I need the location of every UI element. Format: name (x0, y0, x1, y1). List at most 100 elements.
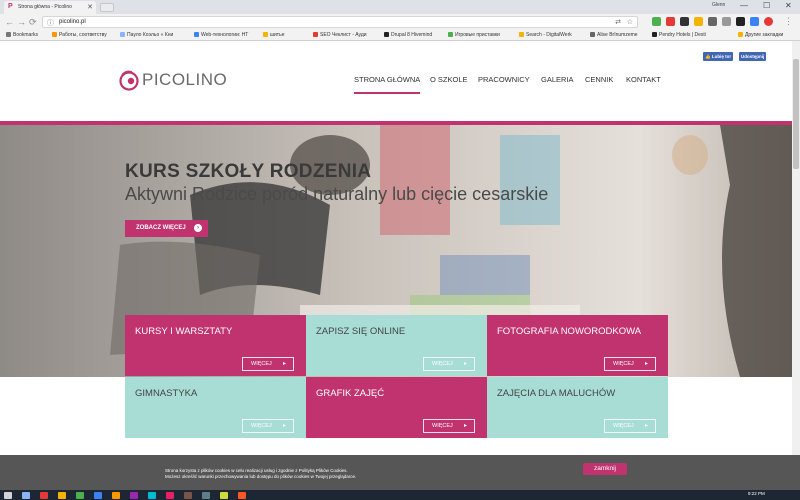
bookmark-item[interactable]: шитье (263, 32, 284, 38)
tile-title: FOTOGRAFIA NOWORODKOWA (497, 326, 642, 337)
bookmark-item[interactable]: SEO Чеклист - Ауди (313, 32, 367, 38)
tile-signup-online[interactable]: ZAPISZ SIĘ ONLINE WIĘCEJ ▸ (306, 315, 487, 376)
bookmark-icon (6, 32, 11, 37)
tile-schedule[interactable]: GRAFIK ZAJĘĆ WIĘCEJ ▸ (306, 377, 487, 438)
back-icon[interactable]: ← (5, 17, 14, 27)
reload-icon[interactable]: ⟳ (29, 17, 37, 28)
bookmark-label: Игровые приставки (455, 32, 500, 38)
nav-staff[interactable]: PRACOWNICY (478, 75, 530, 84)
facebook-share-button[interactable]: Udostępnij (739, 52, 767, 61)
page-scrollbar[interactable] (792, 41, 800, 455)
taskbar-clock[interactable]: 9:22 PM (748, 491, 765, 496)
taskbar-app-icon[interactable] (112, 492, 120, 499)
taskbar-app-icon[interactable] (220, 492, 228, 499)
tile-toddler-classes[interactable]: ZAJĘCIA DLA MALUCHÓW WIĘCEJ ▸ (487, 377, 668, 438)
extension-icon[interactable] (736, 17, 745, 26)
nav-about[interactable]: O SZKOLE (430, 75, 468, 84)
bookmark-item[interactable]: Пауло Коэльо « Кни (120, 32, 173, 38)
taskbar-app-icon[interactable] (94, 492, 102, 499)
tile-title: KURSY I WARSZTATY (135, 326, 233, 337)
bookmark-icon (384, 32, 389, 37)
taskbar-app-icon[interactable] (58, 492, 66, 499)
taskbar-app-icon[interactable] (238, 492, 246, 499)
os-taskbar: 9:22 PM (0, 490, 800, 500)
tab-close-icon[interactable]: ✕ (87, 3, 93, 11)
bookmark-label: Search - DigitalWerk (526, 32, 572, 38)
bookmark-item[interactable]: Alise Brīnumzeme (590, 32, 638, 38)
arrow-right-icon: ▸ (463, 423, 467, 429)
address-toolbar: ← → ⟳ ⓘ picolino.pl ⇄ ☆ ⋮ (0, 14, 800, 30)
extension-icon[interactable] (764, 17, 773, 26)
extension-icon[interactable] (722, 17, 731, 26)
bookmark-icon (52, 32, 57, 37)
scrollbar-thumb[interactable] (793, 59, 799, 169)
maximize-icon[interactable]: ☐ (763, 1, 770, 10)
close-window-icon[interactable]: ✕ (785, 1, 792, 10)
nav-contact[interactable]: KONTAKT (626, 75, 661, 84)
nav-pricing[interactable]: CENNIK (585, 75, 613, 84)
tile-more-button[interactable]: WIĘCEJ ▸ (242, 419, 294, 433)
bookmark-item[interactable]: Игровые приставки (448, 32, 500, 38)
forward-icon[interactable]: → (17, 17, 26, 27)
taskbar-app-icon[interactable] (202, 492, 210, 499)
bookmark-label: Bookmarks (13, 32, 39, 38)
bookmark-item[interactable]: Web-технологии: НТ (194, 32, 248, 38)
cookie-close-button[interactable]: zamknij (583, 463, 627, 475)
picolino-logo-icon (119, 70, 139, 91)
taskbar-app-icon[interactable] (76, 492, 84, 499)
tile-gymnastics[interactable]: GIMNASTYKA WIĘCEJ ▸ (125, 377, 306, 438)
tile-more-button[interactable]: WIĘCEJ ▸ (423, 419, 475, 433)
bookmark-item[interactable]: Pendry Hotels | Desti (652, 32, 706, 38)
bookmark-label: SEO Чеклист - Ауди (320, 32, 367, 38)
taskbar-app-icon[interactable] (148, 492, 156, 499)
taskbar-app-icon[interactable] (166, 492, 174, 499)
taskbar-app-icon[interactable] (40, 492, 48, 499)
bookmark-item[interactable]: Drupal 8 Hivemind (384, 32, 432, 38)
tile-more-button[interactable]: WIĘCEJ ▸ (604, 357, 656, 371)
menu-icon[interactable]: ⋮ (784, 16, 793, 27)
like-label: Lubię to! (711, 54, 731, 59)
new-tab-button[interactable] (100, 3, 114, 12)
taskbar-app-icon[interactable] (130, 492, 138, 499)
bookmark-star-icon[interactable]: ☆ (627, 18, 633, 26)
folder-icon (738, 32, 743, 37)
taskbar-app-icon[interactable] (184, 492, 192, 499)
facebook-like-button[interactable]: 👍 Lubię to! (703, 52, 733, 61)
extension-icon[interactable] (680, 17, 689, 26)
bookmark-label: Pendry Hotels | Desti (659, 32, 706, 38)
windows-start-icon[interactable] (4, 492, 12, 499)
extension-icon[interactable] (666, 17, 675, 26)
more-label: WIĘCEJ (251, 423, 272, 429)
browser-tab[interactable]: P Strona główna - Picolino ✕ (4, 1, 96, 14)
tile-more-button[interactable]: WIĘCEJ ▸ (604, 419, 656, 433)
url-input[interactable]: ⓘ picolino.pl ⇄ ☆ (42, 16, 638, 28)
tile-courses[interactable]: KURSY I WARSZTATY WIĘCEJ ▸ (125, 315, 306, 376)
bookmark-item[interactable]: Bookmarks (6, 32, 38, 38)
tab-title: Strona główna - Picolino (18, 4, 72, 10)
translate-icon[interactable]: ⇄ (615, 18, 621, 26)
bookmark-item[interactable]: Работы, соответству (52, 32, 107, 38)
extension-icon[interactable] (694, 17, 703, 26)
bookmark-item[interactable]: Другие закладки (738, 32, 783, 38)
bookmark-icon (313, 32, 318, 37)
profile-name[interactable]: Glenn (712, 2, 725, 8)
more-label: WIĘCEJ (251, 361, 272, 367)
extension-icon[interactable] (652, 17, 661, 26)
nav-gallery[interactable]: GALERIA (541, 75, 574, 84)
tile-newborn-photo[interactable]: FOTOGRAFIA NOWORODKOWA WIĘCEJ ▸ (487, 315, 668, 376)
tile-more-button[interactable]: WIĘCEJ ▸ (242, 357, 294, 371)
extension-icon[interactable] (750, 17, 759, 26)
info-icon[interactable]: ⓘ (47, 18, 54, 28)
tile-more-button[interactable]: WIĘCEJ ▸ (423, 357, 475, 371)
extension-icon[interactable] (708, 17, 717, 26)
bookmark-icon (652, 32, 657, 37)
bookmark-icon (519, 32, 524, 37)
taskbar-app-icon[interactable] (22, 492, 30, 499)
minimize-icon[interactable]: — (740, 1, 748, 10)
arrow-right-icon: ▸ (644, 361, 648, 367)
tile-title: GIMNASTYKA (135, 388, 198, 399)
nav-home[interactable]: STRONA GŁÓWNA (354, 75, 421, 94)
bookmark-item[interactable]: Search - DigitalWerk (519, 32, 572, 38)
see-more-button[interactable]: ZOBACZ WIĘCEJ › (125, 220, 208, 237)
cookie-banner: Strona korzysta z plików cookies w celu … (0, 455, 800, 490)
